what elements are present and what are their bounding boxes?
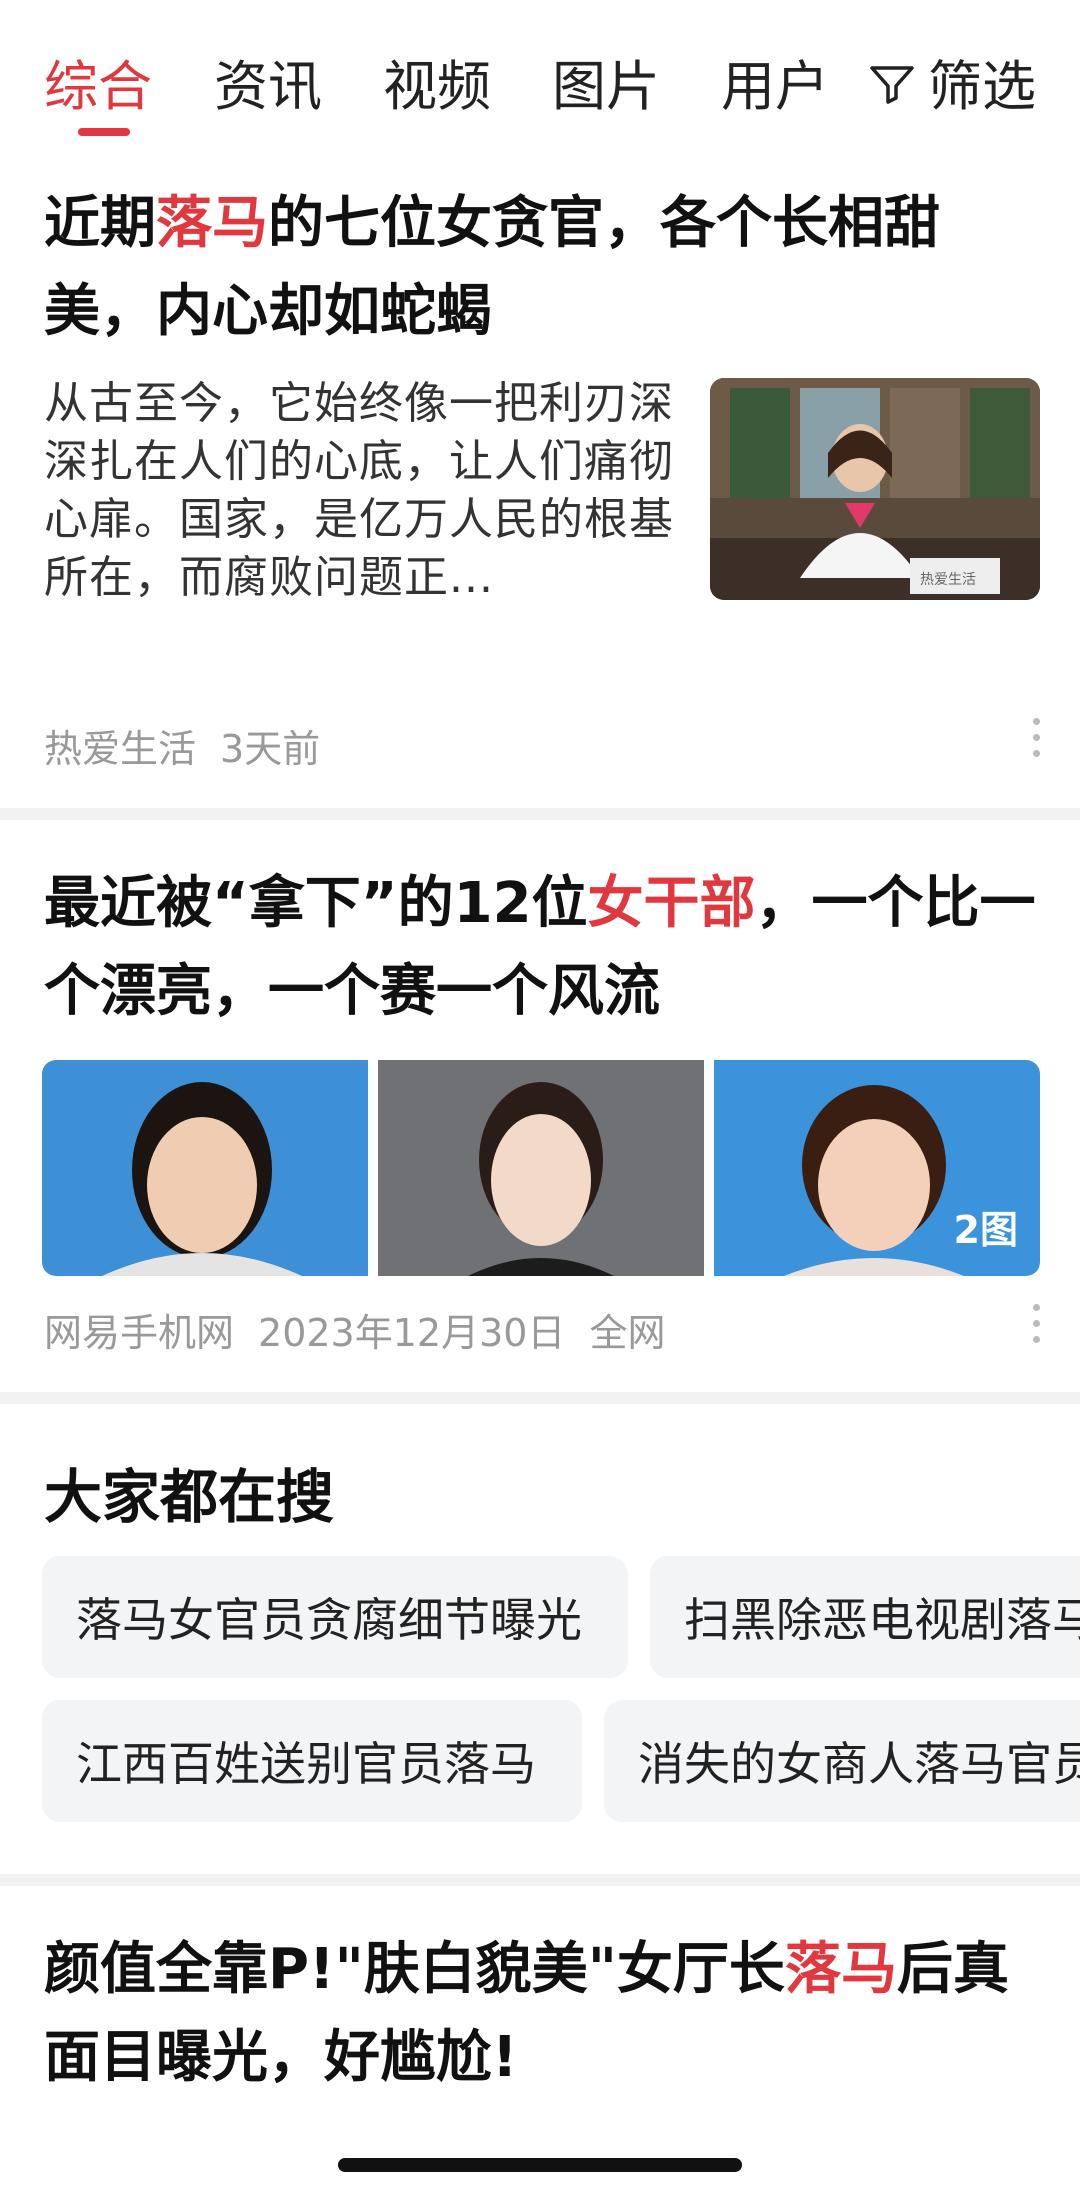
article-2-image-1[interactable] [42, 1060, 368, 1276]
title-highlight: 落马 [156, 191, 268, 256]
article-scope: 全网 [589, 1311, 666, 1355]
tab-images[interactable]: 图片 [552, 42, 660, 121]
tab-all[interactable]: 综合 [44, 42, 152, 121]
title-text: 最近被“拿下”的12位 [44, 871, 588, 936]
tab-news[interactable]: 资讯 [214, 42, 322, 121]
divider [0, 808, 1080, 820]
title-highlight: 落马 [784, 1937, 897, 2002]
hot-search-chip[interactable]: 落马女官员贪腐细节曝光 [42, 1556, 628, 1678]
title-text: 近期 [44, 191, 156, 256]
article-2-meta: 网易手机网 2023年12月30日 全网 [44, 1302, 689, 1357]
hot-search-chip[interactable]: 江西百姓送别官员落马 [42, 1700, 582, 1822]
article-2-title[interactable]: 最近被“拿下”的12位女干部，一个比一个漂亮，一个赛一个风流 [44, 860, 1044, 1036]
article-time: 2023年12月30日 [258, 1311, 566, 1355]
title-text: 颜值全靠P!"肤白貌美"女厅长 [44, 1937, 785, 2002]
filter-icon [870, 65, 914, 104]
article-2-image-2[interactable] [378, 1060, 704, 1276]
hot-search-chip[interactable]: 消失的女商人落马官员 [604, 1700, 1080, 1822]
image-count-badge: 2图 [953, 1208, 1018, 1252]
search-tab-bar: 综合 资讯 视频 图片 用户 筛选 [0, 0, 1080, 150]
hot-search-chip[interactable]: 扫黑除恶电视剧落马 [650, 1556, 1080, 1678]
article-1-title[interactable]: 近期落马的七位女贪官，各个长相甜美，内心却如蛇蝎 [44, 180, 1044, 356]
article-1-thumbnail[interactable]: 热爱生活 [710, 378, 1040, 600]
filter-label: 筛选 [928, 55, 1036, 118]
article-1-summary[interactable]: 从古至今，它始终像一把利刃深深扎在人们的心底，让人们痛彻心扉。国家，是亿万人民的… [44, 375, 684, 607]
article-2-image-3[interactable]: 2图 [714, 1060, 1040, 1276]
tab-users[interactable]: 用户 [721, 42, 841, 121]
divider [0, 1874, 1080, 1886]
title-highlight: 女干部 [587, 871, 756, 936]
hot-search-title: 大家都在搜 [44, 1463, 335, 1531]
filter-button[interactable]: 筛选 [852, 42, 1036, 121]
article-time: 3天前 [220, 727, 321, 771]
home-indicator[interactable] [338, 2158, 742, 2172]
svg-text:热爱生活: 热爱生活 [920, 572, 976, 588]
article-3-title[interactable]: 颜值全靠P!"肤白貌美"女厅长落马后真面目曝光，好尴尬! [44, 1926, 1044, 2102]
more-options-icon[interactable] [1030, 1304, 1042, 1343]
divider [0, 1392, 1080, 1404]
active-tab-indicator [78, 128, 130, 136]
article-source: 网易手机网 [44, 1311, 235, 1355]
article-source: 热爱生活 [44, 727, 197, 771]
more-options-icon[interactable] [1030, 718, 1042, 757]
article-1-meta: 热爱生活 3天前 [44, 718, 344, 773]
tab-video[interactable]: 视频 [383, 42, 491, 121]
